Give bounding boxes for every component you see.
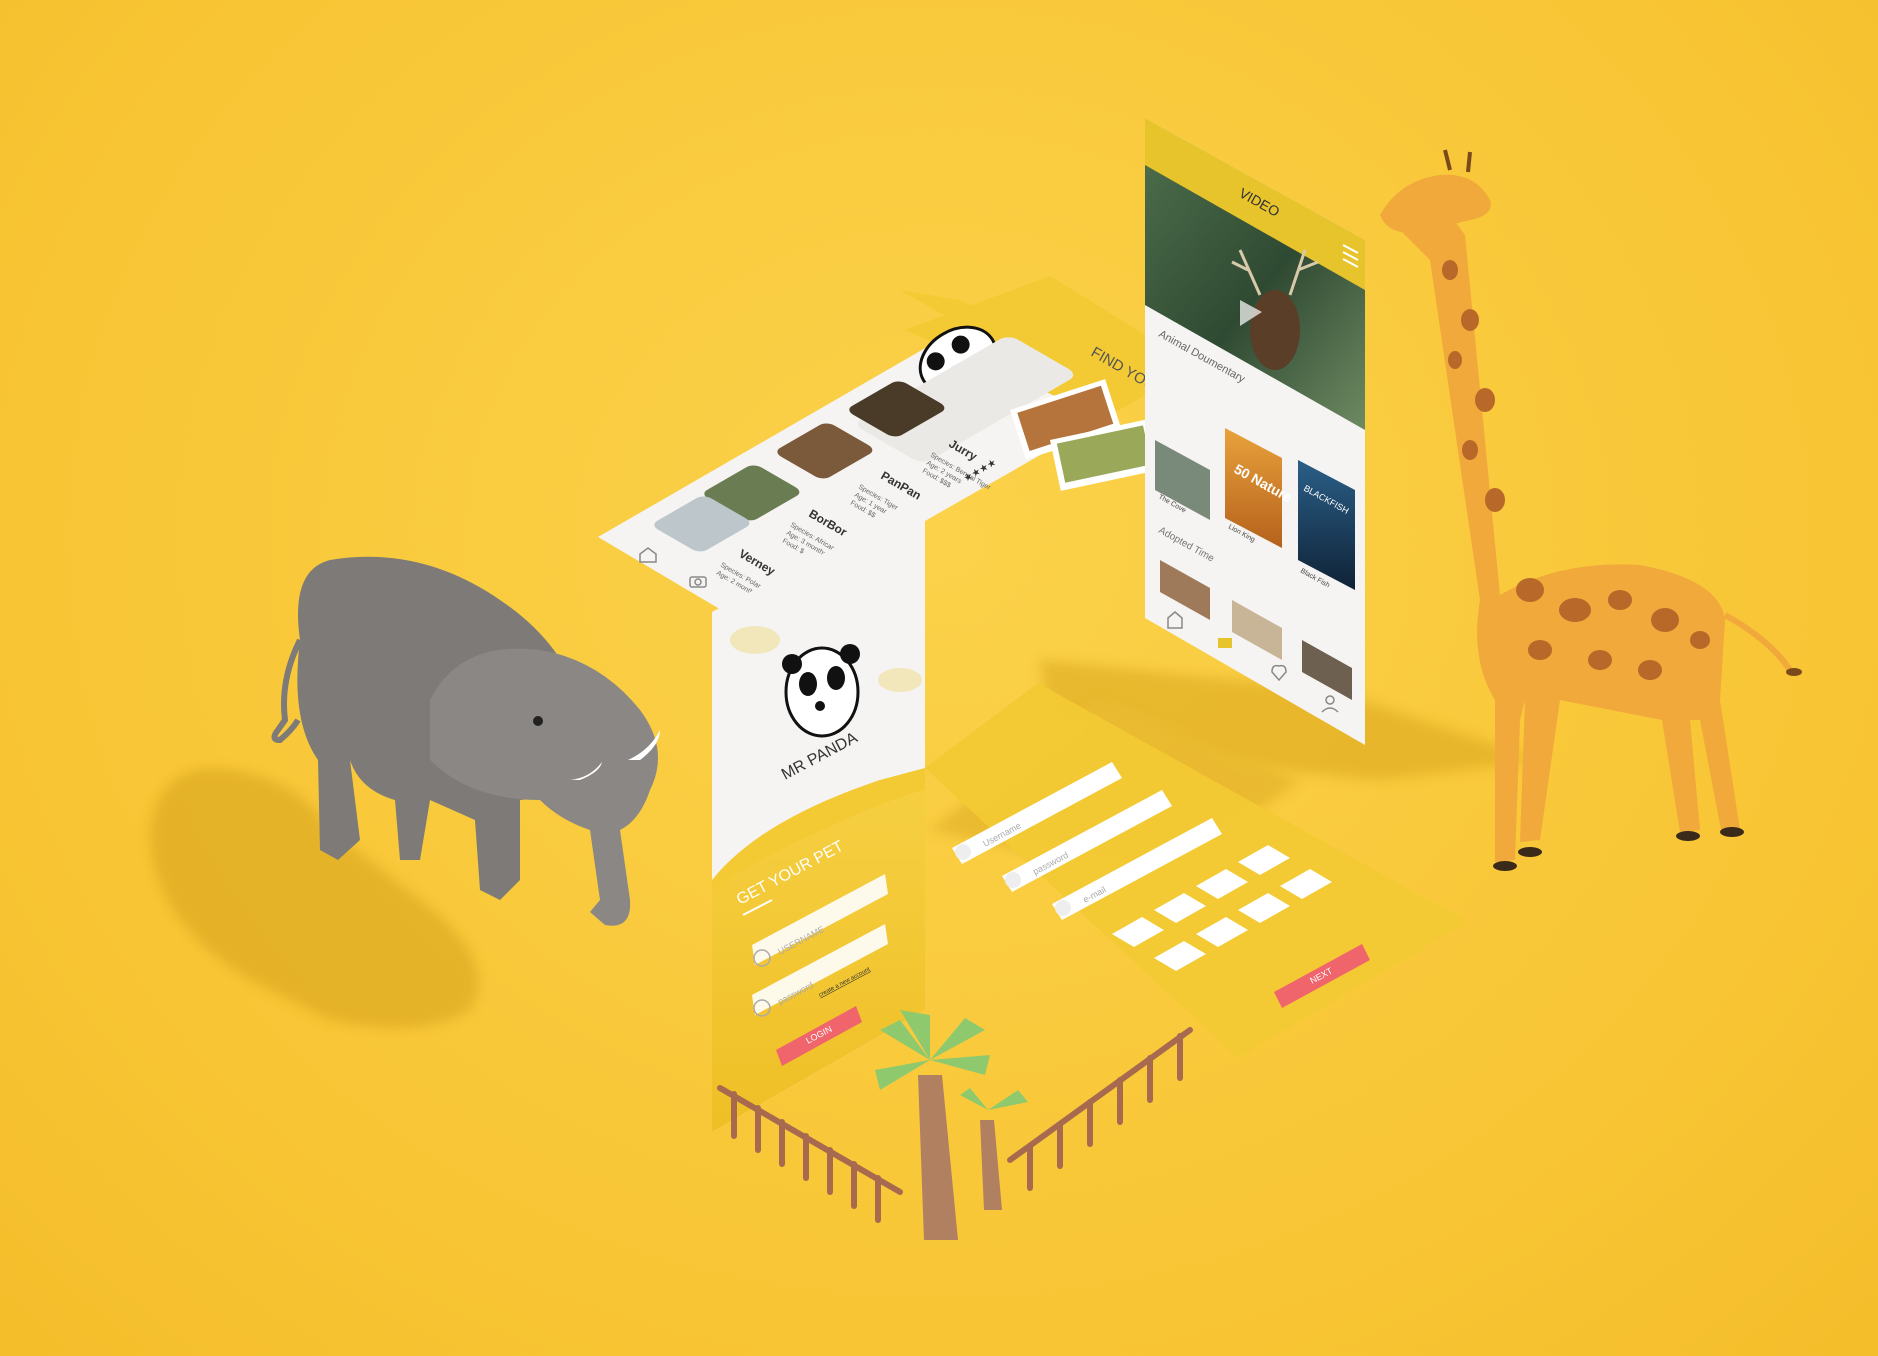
isometric-scene: FIND YOURS Jurry Species: Bengal Tiger A… [150,118,1802,1240]
scene: FIND YOURS Jurry Species: Bengal Tiger A… [0,0,1878,1356]
video-screen: VIDEO Animal Doumentary 50 Nature BLACKF… [1145,118,1365,745]
palm-tree [875,1010,1028,1240]
nav-video-icon[interactable] [1218,638,1232,648]
